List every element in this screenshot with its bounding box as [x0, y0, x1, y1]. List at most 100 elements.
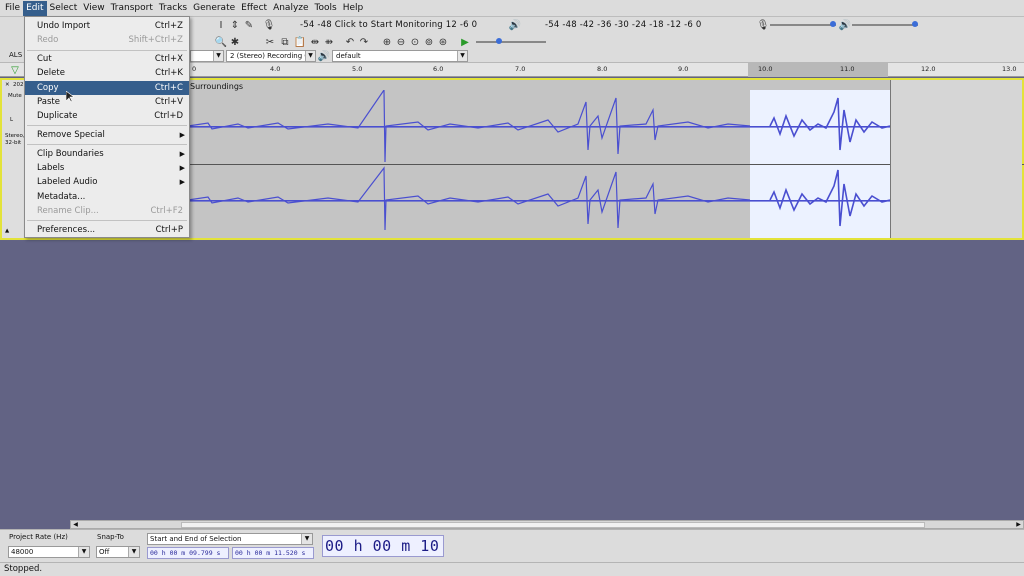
menu-item-label: Labels	[37, 163, 65, 173]
menu-item-label: Paste	[37, 97, 60, 107]
selection-toolbar: Project Rate (Hz) 48000 ▼ Snap-To Off ▼ St…	[0, 529, 1024, 562]
empty-track-region[interactable]	[890, 80, 1022, 238]
menu-item-labels[interactable]: Labels ▶	[25, 161, 189, 175]
track-name[interactable]: 202	[13, 82, 24, 88]
menu-item-shortcut: Ctrl+Z	[154, 21, 183, 31]
mute-button[interactable]: Mute	[8, 93, 22, 99]
menu-edit[interactable]: Edit	[23, 0, 47, 16]
draw-tool-icon[interactable]: ✎	[242, 18, 256, 32]
fit-selection-icon[interactable]: ⊙	[408, 35, 422, 49]
menu-item-label: Remove Special	[37, 130, 105, 140]
menu-item-labeled-audio[interactable]: Labeled Audio ▶	[25, 175, 189, 189]
play-at-speed-icon[interactable]: ▶	[458, 35, 472, 49]
menu-tools[interactable]: Tools	[312, 1, 340, 16]
fit-project-icon[interactable]: ⊚	[422, 35, 436, 49]
selection-start-time[interactable]: 00 h 00 m 09.799 s	[147, 547, 229, 559]
menu-item-label: Delete	[37, 68, 65, 78]
ruler-tick: 7.0	[515, 65, 526, 73]
snap-to-label: Snap-To	[97, 533, 124, 541]
menu-item-label: Undo Import	[37, 21, 91, 31]
audio-position-display[interactable]: 00 h 00 m 10 s	[322, 535, 444, 575]
snap-to-combo[interactable]: Off ▼	[96, 546, 140, 558]
menu-item-cut[interactable]: Cut Ctrl+X	[25, 52, 189, 66]
menu-effect[interactable]: Effect	[238, 1, 270, 16]
copy-icon[interactable]: ⧉	[278, 35, 292, 49]
track-format: Stereo,	[5, 133, 25, 139]
menu-item-rename-clip[interactable]: Rename Clip... Ctrl+F2	[25, 204, 189, 218]
zoom-out-icon[interactable]: ⊖	[394, 35, 408, 49]
zoom-tool-icon[interactable]: 🔍	[214, 35, 228, 49]
project-rate-combo[interactable]: 48000 ▼	[8, 546, 90, 558]
output-device-combo[interactable]: default ▼	[332, 50, 468, 62]
selection-end-time[interactable]: 00 h 00 m 11.520 s	[232, 547, 314, 559]
menu-item-duplicate[interactable]: Duplicate Ctrl+D	[25, 109, 189, 123]
menu-help[interactable]: Help	[340, 1, 367, 16]
waveform-detail	[188, 90, 890, 231]
scrollbar-thumb[interactable]	[181, 522, 925, 528]
redo-icon[interactable]: ↷	[357, 35, 371, 49]
menu-item-shortcut: Ctrl+D	[154, 111, 183, 121]
track-control-panel[interactable]: ✕ 202 Mute L Stereo, 32-bit ▲	[2, 80, 26, 238]
menu-item-shortcut: Ctrl+K	[155, 68, 183, 78]
slider-thumb[interactable]	[496, 38, 502, 44]
menu-generate[interactable]: Generate	[190, 1, 238, 16]
close-track-icon[interactable]: ✕	[5, 82, 10, 88]
scroll-right-icon[interactable]: ▶	[1014, 521, 1023, 528]
menu-item-label: Copy	[37, 83, 59, 93]
menu-item-redo[interactable]: Redo Shift+Ctrl+Z	[25, 33, 189, 47]
recording-channels-combo[interactable]: 2 (Stereo) Recording Ch ▼	[226, 50, 316, 62]
menu-item-copy[interactable]: Copy Ctrl+C	[25, 81, 189, 95]
menu-select[interactable]: Select	[47, 1, 81, 16]
menu-item-remove-special[interactable]: Remove Special ▶	[25, 128, 189, 142]
menu-item-metadata[interactable]: Metadata...	[25, 190, 189, 204]
zoom-toggle-icon[interactable]: ⊛	[436, 35, 450, 49]
slider-thumb[interactable]	[830, 21, 836, 27]
zoom-in-icon[interactable]: ⊕	[380, 35, 394, 49]
menu-separator	[27, 50, 187, 51]
menu-item-shortcut: Ctrl+P	[155, 225, 183, 235]
scroll-left-icon[interactable]: ◀	[71, 521, 80, 528]
ruler-tick: 11.0	[840, 65, 855, 73]
play-speed-slider[interactable]	[476, 38, 546, 44]
playback-meter-speaker-icon[interactable]: 🔊	[508, 18, 522, 32]
menu-item-label: Cut	[37, 54, 52, 64]
menu-analyze[interactable]: Analyze	[270, 1, 311, 16]
menu-item-label: Labeled Audio	[37, 177, 98, 187]
trim-icon[interactable]: ⇹	[308, 35, 322, 49]
menu-item-shortcut: Shift+Ctrl+Z	[128, 35, 183, 45]
silence-icon[interactable]: ⇻	[322, 35, 336, 49]
envelope-tool-icon[interactable]: ⇕	[228, 18, 242, 32]
menu-item-clip-boundaries[interactable]: Clip Boundaries ▶	[25, 147, 189, 161]
multi-tool-icon[interactable]: ✱	[228, 35, 242, 49]
collapse-track-icon[interactable]: ▲	[5, 228, 9, 234]
playback-meter-scale[interactable]: -54 -48 -42 -36 -30 -24 -18 -12 -6 0	[545, 20, 701, 30]
ruler-tick: 10.0	[758, 65, 773, 73]
undo-icon[interactable]: ↶	[343, 35, 357, 49]
menu-file[interactable]: File	[2, 1, 23, 16]
cut-icon[interactable]: ✂	[263, 35, 277, 49]
menu-tracks[interactable]: Tracks	[156, 1, 190, 16]
recording-volume-slider[interactable]	[770, 21, 836, 27]
slider-thumb[interactable]	[912, 21, 918, 27]
menu-item-shortcut: Ctrl+F2	[150, 206, 183, 216]
menu-item-undo-import[interactable]: Undo Import Ctrl+Z	[25, 19, 189, 33]
horizontal-scrollbar[interactable]: ◀ ▶	[70, 520, 1024, 529]
menu-item-paste[interactable]: Paste Ctrl+V	[25, 95, 189, 109]
recording-volume-mic-icon: 🎙	[756, 19, 770, 31]
paste-icon[interactable]: 📋	[293, 35, 307, 49]
ruler-play-head-icon[interactable]: ▽	[8, 63, 22, 77]
menu-transport[interactable]: Transport	[108, 1, 156, 16]
menu-view[interactable]: View	[80, 1, 107, 16]
mouse-cursor-icon	[66, 91, 74, 103]
menu-item-preferences[interactable]: Preferences... Ctrl+P	[25, 223, 189, 237]
input-device-combo[interactable]: ▼	[190, 50, 224, 62]
selection-mode-combo[interactable]: Start and End of Selection ▼	[147, 533, 313, 545]
selection-tool-icon[interactable]: I	[214, 18, 228, 32]
record-meter-mic-icon[interactable]: 🎙	[262, 18, 276, 32]
record-meter-scale[interactable]: -54 -48 Click to Start Monitoring 12 -6 …	[300, 20, 477, 30]
chevron-down-icon: ▼	[301, 534, 312, 544]
ruler-tick: 13.0	[1002, 65, 1017, 73]
menu-item-delete[interactable]: Delete Ctrl+K	[25, 66, 189, 80]
menu-item-label: Duplicate	[37, 111, 78, 121]
playback-volume-slider[interactable]	[852, 21, 918, 27]
